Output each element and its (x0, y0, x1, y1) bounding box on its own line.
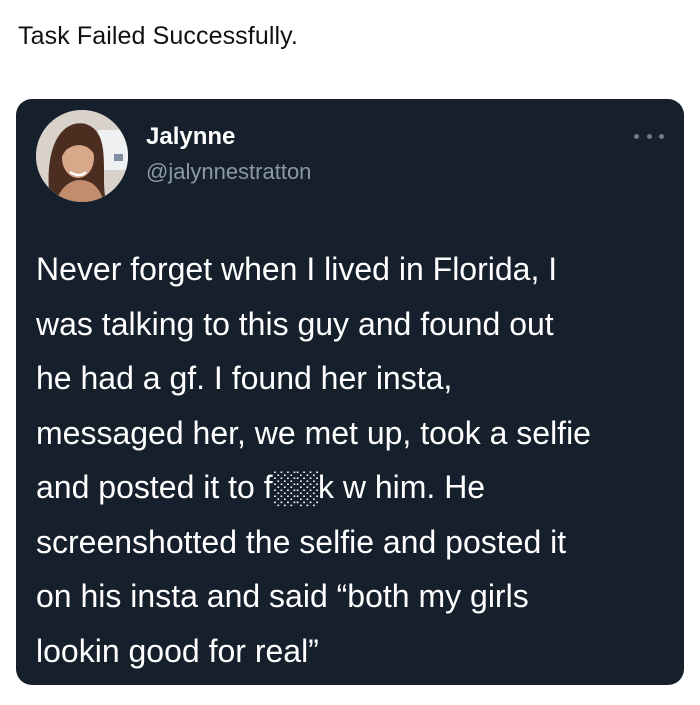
tweet-card[interactable]: Jalynne @jalynnestratton Never forget wh… (16, 99, 684, 685)
more-horizontal-icon (634, 133, 639, 139)
user-handle[interactable]: @jalynnestratton (146, 159, 311, 185)
more-horizontal-icon-dot (646, 133, 652, 139)
avatar[interactable] (36, 110, 128, 202)
display-name[interactable]: Jalynne (146, 123, 235, 151)
tweet-text: Never forget when I lived in Florida, I … (36, 251, 591, 669)
avatar-photo (36, 110, 128, 202)
more-options-button[interactable] (634, 129, 664, 143)
post-caption: Task Failed Successfully. (18, 22, 298, 50)
more-horizontal-icon-dot (659, 133, 664, 139)
